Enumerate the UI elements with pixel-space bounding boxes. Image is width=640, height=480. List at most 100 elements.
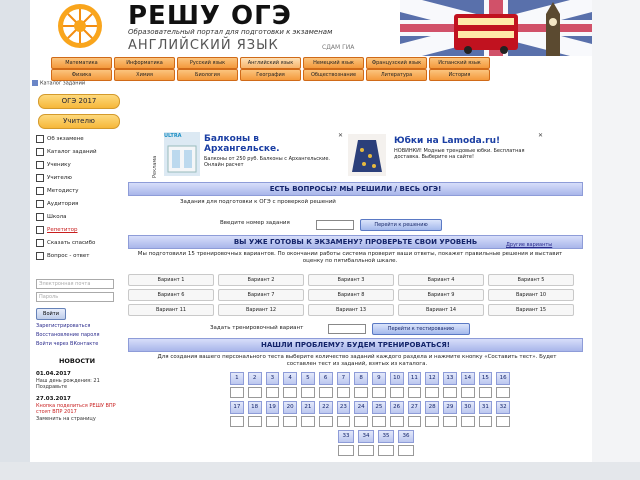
password-field[interactable]: Пароль (36, 292, 114, 302)
news-text[interactable]: Кнопка поделиться РЕШУ ВПР стоят ВПР 201… (36, 403, 120, 415)
login-button[interactable]: Войти (36, 308, 66, 320)
task-count-input[interactable] (336, 416, 351, 427)
variant-button[interactable]: Вариант 1 (128, 274, 214, 286)
nav-button[interactable]: Литература (366, 69, 427, 81)
task-count-input[interactable] (318, 387, 333, 398)
sidebar-item[interactable]: Школа (36, 212, 66, 222)
sidebar-item[interactable]: Аудитория (36, 199, 78, 209)
task-count-input[interactable] (443, 416, 457, 427)
ad-close-icon[interactable]: ✕ (538, 132, 543, 139)
ad-balconies[interactable]: Реклама ULTRA Балконы в Архангельске. Ба… (152, 130, 348, 178)
go-to-task-button[interactable]: Перейти к решению (360, 219, 442, 231)
task-count-input[interactable] (460, 416, 475, 427)
variant-button[interactable]: Вариант 11 (128, 304, 214, 316)
sidebar-item[interactable]: Вопрос - ответ (36, 251, 90, 261)
variant-button[interactable]: Вариант 4 (398, 274, 484, 286)
go-to-testing-button[interactable]: Перейти к тестированию (372, 323, 470, 335)
site-title[interactable]: РЕШУ ОГЭ (128, 1, 292, 31)
vk-login-link[interactable]: Войти через ВКонтакте (36, 341, 122, 347)
sidebar-item[interactable]: Ученику (36, 160, 71, 170)
sidebar-item[interactable]: Сказать спасибо (36, 238, 95, 248)
task-count-input[interactable] (407, 387, 422, 398)
task-count-input[interactable] (247, 416, 262, 427)
variant-button[interactable]: Вариант 12 (218, 304, 304, 316)
sidebar-item[interactable]: Методисту (36, 186, 79, 196)
task-count-input[interactable] (301, 387, 315, 398)
task-count-input[interactable] (301, 416, 315, 427)
variant-button[interactable]: Вариант 7 (218, 289, 304, 301)
task-count-input[interactable] (283, 387, 297, 398)
ad-title[interactable]: Юбки на Lamoda.ru! (394, 136, 544, 146)
news-text[interactable]: Наш день рождения: 21 Поздравьте (36, 378, 120, 390)
other-variants-link[interactable]: Другие варианты (506, 242, 552, 248)
variant-button[interactable]: Вариант 3 (308, 274, 394, 286)
news-text[interactable]: Заменить на страницу (36, 416, 120, 422)
task-count-input[interactable] (425, 416, 439, 427)
task-count-input[interactable] (496, 387, 510, 398)
nav-button[interactable]: Информатика (114, 57, 175, 69)
variant-button[interactable]: Вариант 8 (308, 289, 394, 301)
sidebar-item[interactable]: Репетитор (36, 225, 78, 235)
nav-button[interactable]: Биология (177, 69, 238, 81)
task-count-input[interactable] (398, 445, 414, 456)
task-count-input[interactable] (265, 416, 280, 427)
task-count-input[interactable] (478, 416, 493, 427)
task-count-input[interactable] (358, 445, 374, 456)
sidebar-item[interactable]: Учителю (36, 173, 72, 183)
task-count-input[interactable] (378, 445, 394, 456)
task-count-input[interactable] (336, 387, 351, 398)
nav-button[interactable]: Испанский язык (429, 57, 490, 69)
task-count-input[interactable] (230, 387, 244, 398)
nav-button[interactable]: История (429, 69, 490, 81)
nav-button[interactable]: Обществознание (303, 69, 364, 81)
task-count-input[interactable] (354, 416, 368, 427)
task-number-input[interactable] (316, 220, 354, 230)
task-count-input[interactable] (389, 416, 404, 427)
task-count-input[interactable] (372, 416, 386, 427)
variant-button[interactable]: Вариант 9 (398, 289, 484, 301)
nav-button[interactable]: Русский язык (177, 57, 238, 69)
task-count-input[interactable] (247, 387, 262, 398)
variant-button[interactable]: Вариант 10 (488, 289, 574, 301)
teacher-button[interactable]: Учителю (38, 114, 120, 129)
task-count-input[interactable] (318, 416, 333, 427)
sidebar-top-label: Каталог заданий (40, 80, 86, 87)
oge-2017-button[interactable]: ОГЭ 2017 (38, 94, 120, 109)
variant-button[interactable]: Вариант 5 (488, 274, 574, 286)
sidebar-top-link[interactable]: Каталог заданий (32, 80, 122, 90)
task-count-input[interactable] (425, 387, 439, 398)
task-count-input[interactable] (407, 416, 422, 427)
task-count-input[interactable] (230, 416, 244, 427)
nav-button[interactable]: Химия (114, 69, 175, 81)
variant-button[interactable]: Вариант 15 (488, 304, 574, 316)
task-count-input[interactable] (372, 387, 386, 398)
nav-button[interactable]: Английский язык (240, 57, 301, 69)
sidebar-item[interactable]: Каталог заданий (36, 147, 97, 157)
restore-password-link[interactable]: Восстановление пароля (36, 332, 122, 338)
variant-button[interactable]: Вариант 14 (398, 304, 484, 316)
variant-button[interactable]: Вариант 2 (218, 274, 304, 286)
nav-button[interactable]: Немецкий язык (303, 57, 364, 69)
task-count-input[interactable] (478, 387, 493, 398)
task-count-input[interactable] (496, 416, 510, 427)
nav-button[interactable]: География (240, 69, 301, 81)
sun-logo-icon[interactable] (56, 2, 104, 50)
sidebar-item[interactable]: Об экзамене (36, 134, 84, 144)
ad-title[interactable]: Балконы в Архангельске. (204, 134, 324, 154)
variant-button[interactable]: Вариант 6 (128, 289, 214, 301)
register-link[interactable]: Зарегистрироваться (36, 323, 122, 329)
nav-button[interactable]: Французский язык (366, 57, 427, 69)
variant-button[interactable]: Вариант 13 (308, 304, 394, 316)
ad-close-icon[interactable]: ✕ (338, 132, 343, 139)
variant-number-input[interactable] (328, 324, 366, 334)
nav-button[interactable]: Математика (51, 57, 112, 69)
ad-lamoda[interactable]: Юбки на Lamoda.ru! НОВИНКИ! Модные тренд… (348, 130, 548, 178)
task-count-input[interactable] (460, 387, 475, 398)
email-field[interactable]: Электронная почта (36, 279, 114, 289)
task-count-input[interactable] (338, 445, 354, 456)
task-count-input[interactable] (283, 416, 297, 427)
task-count-input[interactable] (265, 387, 280, 398)
task-count-input[interactable] (354, 387, 368, 398)
task-count-input[interactable] (443, 387, 457, 398)
task-count-input[interactable] (389, 387, 404, 398)
